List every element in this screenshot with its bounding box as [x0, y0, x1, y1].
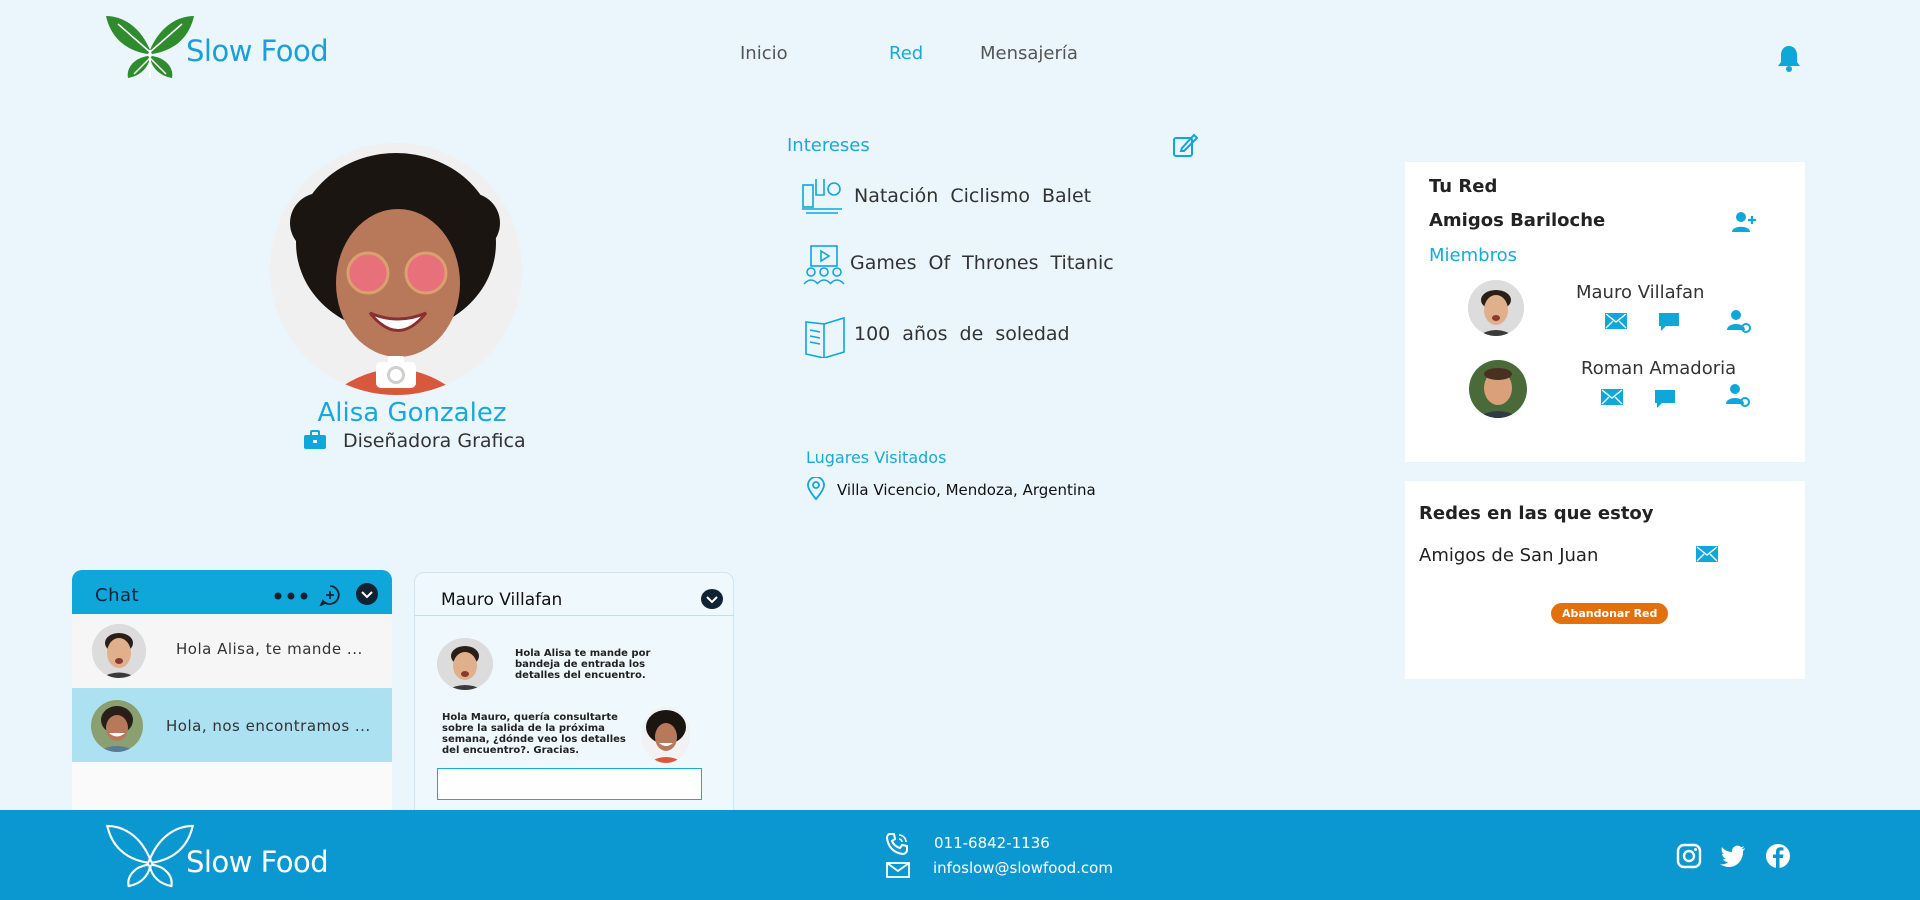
new-chat-icon[interactable]	[319, 584, 341, 606]
mail-icon[interactable]	[1601, 389, 1623, 405]
member-avatar[interactable]	[1468, 280, 1524, 336]
nav-red[interactable]: Red	[889, 43, 923, 64]
chevron-down-icon[interactable]	[356, 583, 378, 605]
interest-movies-text: Games Of Thrones Titanic	[850, 252, 1114, 274]
message-avatar	[642, 707, 690, 763]
user-settings-icon[interactable]	[1727, 309, 1751, 333]
nav-inicio[interactable]: Inicio	[740, 43, 788, 64]
phone-icon	[885, 832, 909, 856]
profile-name: Alisa Gonzalez	[317, 398, 507, 428]
camera-icon[interactable]	[374, 354, 418, 390]
facebook-icon[interactable]	[1765, 843, 1791, 869]
mail-icon[interactable]	[1605, 313, 1627, 329]
twitter-icon[interactable]	[1720, 845, 1746, 867]
footer-brand-name: Slow Food	[186, 845, 329, 879]
members-title: Miembros	[1429, 245, 1517, 266]
interest-sports-text: Natación Ciclismo Balet	[854, 185, 1092, 207]
brand-name: Slow Food	[186, 34, 329, 68]
footer-phone[interactable]: 011-6842-1136	[934, 834, 1050, 852]
chat-item-preview: Hola, nos encontramos ...	[166, 717, 371, 735]
interests-title: Intereses	[787, 135, 870, 156]
brand-logo[interactable]	[104, 12, 196, 80]
user-settings-icon[interactable]	[1726, 383, 1750, 407]
network-title: Tu Red	[1429, 176, 1498, 197]
chevron-down-icon[interactable]	[701, 589, 723, 609]
interest-books-text: 100 años de soledad	[854, 323, 1070, 345]
member-avatar[interactable]	[1469, 360, 1527, 418]
butterfly-logo-icon	[106, 16, 194, 78]
conversation-divider	[414, 615, 734, 616]
chat-bubble-icon[interactable]	[1654, 389, 1676, 409]
mail-icon[interactable]	[1696, 546, 1718, 562]
network-item-name: Amigos de San Juan	[1419, 545, 1599, 566]
mail-icon	[886, 862, 910, 878]
butterfly-logo-icon	[105, 824, 195, 888]
chat-item-avatar	[91, 700, 143, 752]
footer-email[interactable]: infoslow@slowfood.com	[933, 859, 1113, 877]
bell-icon[interactable]	[1777, 44, 1801, 72]
movies-icon	[803, 244, 845, 286]
place-item: Villa Vicencio, Mendoza, Argentina	[837, 481, 1096, 499]
chat-item-avatar	[92, 624, 146, 678]
chat-bubble-icon[interactable]	[1658, 312, 1680, 332]
more-options-icon[interactable]	[274, 592, 308, 600]
leave-network-button[interactable]: Abandonar Red	[1551, 603, 1669, 624]
edit-icon[interactable]	[1172, 132, 1198, 158]
nav-mensajeria[interactable]: Mensajería	[980, 43, 1078, 64]
networks-in-title: Redes en las que estoy	[1419, 503, 1654, 524]
location-pin-icon	[806, 477, 826, 501]
add-member-icon[interactable]	[1731, 210, 1757, 234]
network-group-name: Amigos Bariloche	[1429, 210, 1606, 231]
book-icon	[804, 314, 846, 358]
member-name: Mauro Villafan	[1576, 282, 1705, 303]
message-input[interactable]	[437, 768, 702, 800]
chat-item-preview: Hola Alisa, te mande ...	[176, 640, 363, 658]
instagram-icon[interactable]	[1676, 843, 1702, 869]
member-name: Roman Amadoria	[1581, 358, 1737, 379]
conversation-contact: Mauro Villafan	[441, 590, 563, 610]
message-avatar	[437, 638, 493, 690]
footer-logo[interactable]	[104, 822, 196, 888]
briefcase-icon	[303, 430, 327, 450]
message-text: Hola Mauro, quería consultarte sobre la …	[442, 712, 626, 756]
sports-icon	[800, 175, 844, 215]
places-title: Lugares Visitados	[806, 448, 947, 467]
profile-role: Diseñadora Grafica	[343, 430, 526, 452]
message-text: Hola Alisa te mande por bandeja de entra…	[515, 648, 651, 681]
chat-title: Chat	[95, 585, 140, 606]
